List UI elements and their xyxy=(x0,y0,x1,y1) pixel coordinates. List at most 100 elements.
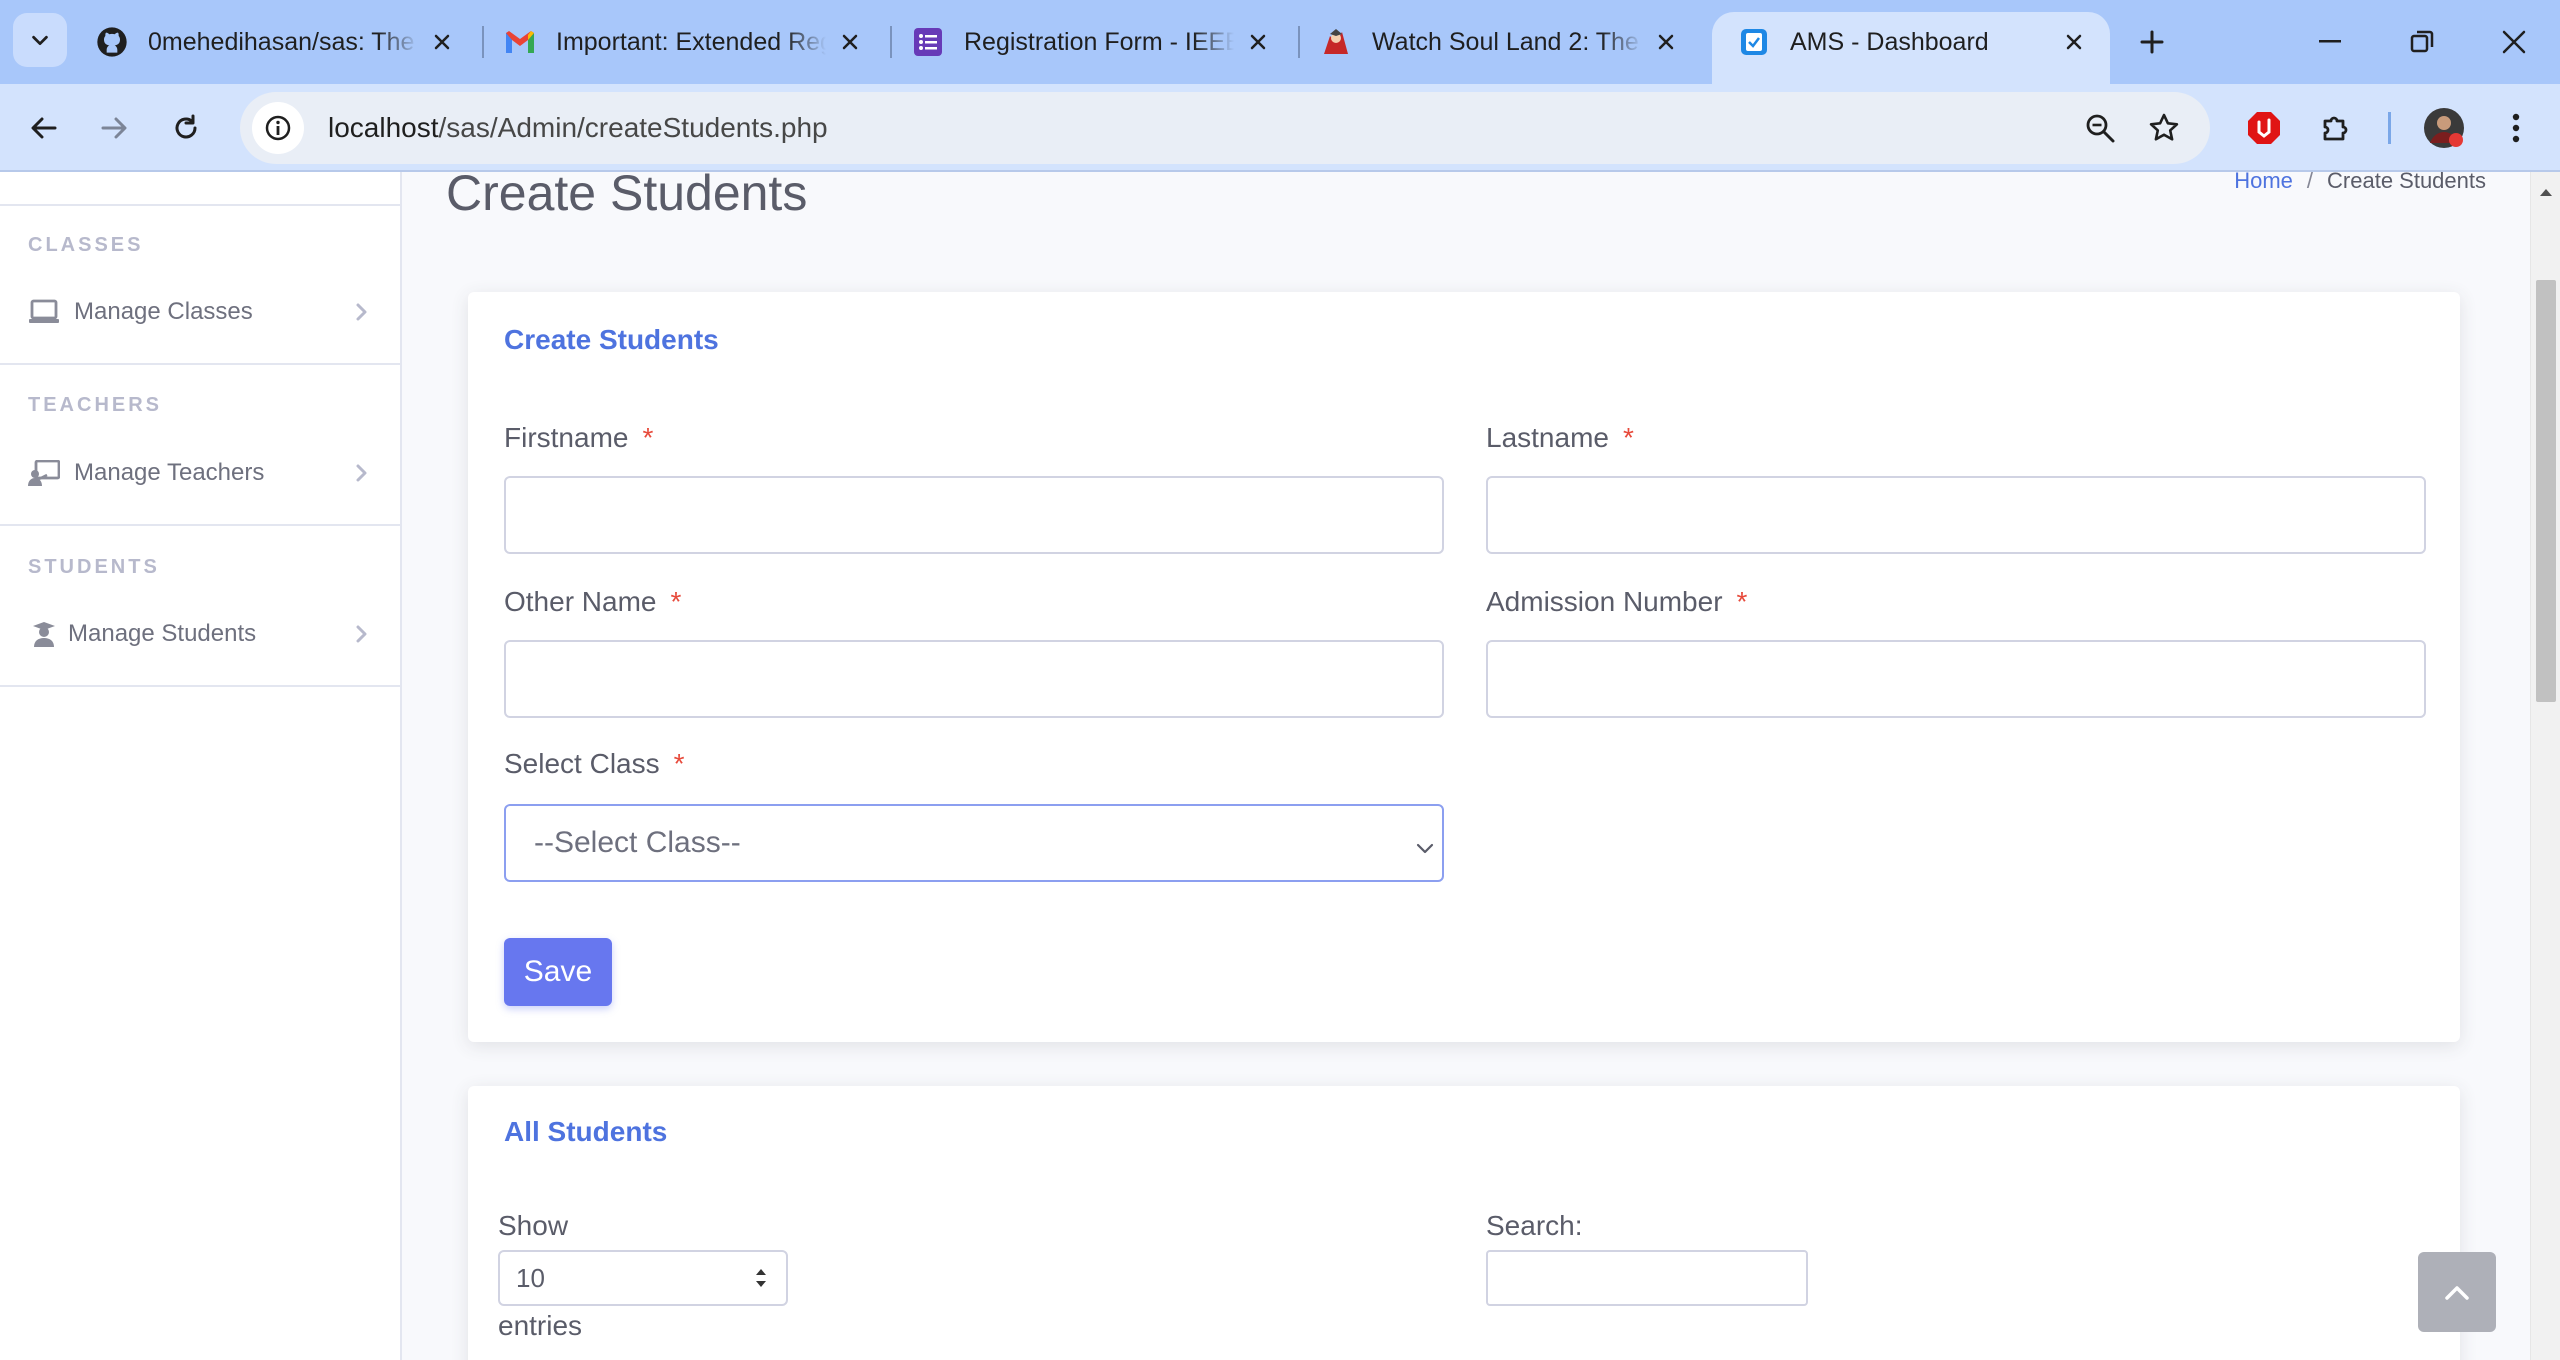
chevron-right-icon xyxy=(350,461,374,485)
sidebar-divider xyxy=(0,204,400,206)
chevron-right-icon xyxy=(350,622,374,646)
entries-per-page-value: 10 xyxy=(516,1262,545,1293)
tab-github[interactable]: 0mehedihasan/sas: The S xyxy=(70,12,478,72)
avatar xyxy=(2424,108,2464,148)
arrow-left-icon xyxy=(31,117,57,139)
sidebar-item-label: Manage Teachers xyxy=(74,459,265,486)
close-tab-icon[interactable] xyxy=(2058,26,2090,58)
forms-icon xyxy=(912,26,944,58)
breadcrumb-home-link[interactable]: Home xyxy=(2234,172,2293,194)
othername-label: Other Name * xyxy=(504,586,681,618)
othername-label-text: Other Name xyxy=(504,586,657,617)
search-input[interactable] xyxy=(1486,1250,1808,1306)
admission-number-input[interactable] xyxy=(1486,640,2426,718)
back-button[interactable] xyxy=(16,100,72,156)
url-host: localhost xyxy=(328,112,439,143)
all-students-card: All Students Show 10 entries Search: xyxy=(468,1086,2460,1360)
site-info-button[interactable] xyxy=(252,102,304,154)
required-mark: * xyxy=(642,422,654,453)
sidebar-heading-students: STUDENTS xyxy=(28,556,160,578)
firstname-input[interactable] xyxy=(504,476,1444,554)
browser-tab-bar: 0mehedihasan/sas: The S Important: Exten… xyxy=(0,0,2560,84)
sidebar-item-label: Manage Students xyxy=(68,620,257,647)
select-class-value: --Select Class-- xyxy=(534,826,741,859)
scrollbar-thumb[interactable] xyxy=(2536,280,2556,702)
reload-button[interactable] xyxy=(158,100,214,156)
close-tab-icon[interactable] xyxy=(1650,26,1682,58)
laptop-icon xyxy=(28,296,60,328)
url-text: localhost/sas/Admin/createStudents.php xyxy=(328,112,828,144)
minimize-button[interactable] xyxy=(2300,12,2360,72)
entries-per-page-select[interactable]: 10 xyxy=(498,1250,788,1306)
tab-soul-land[interactable]: Watch Soul Land 2: The P xyxy=(1294,12,1702,72)
close-tab-icon[interactable] xyxy=(1242,26,1274,58)
browser-menu-button[interactable] xyxy=(2488,100,2544,156)
close-window-button[interactable] xyxy=(2484,12,2544,72)
arrow-right-icon xyxy=(101,117,127,139)
scroll-to-top-button[interactable] xyxy=(2418,1252,2496,1332)
othername-input[interactable] xyxy=(504,640,1444,718)
card-title: All Students xyxy=(504,1116,668,1147)
updown-arrows-icon xyxy=(754,1266,768,1297)
sidebar-item-manage-classes[interactable]: Manage Classes xyxy=(28,290,374,334)
gmail-icon xyxy=(504,26,536,58)
tab-title: Important: Extended Reg xyxy=(556,27,826,56)
browser-toolbar: localhost/sas/Admin/createStudents.php xyxy=(0,84,2560,172)
teacher-icon xyxy=(28,457,60,489)
tab-ams-dashboard[interactable]: AMS - Dashboard xyxy=(1712,12,2110,84)
entries-label: entries xyxy=(498,1310,583,1341)
lastname-input[interactable] xyxy=(1486,476,2426,554)
address-bar[interactable]: localhost/sas/Admin/createStudents.php xyxy=(240,92,2210,164)
sidebar-divider xyxy=(0,524,400,526)
restore-button[interactable] xyxy=(2392,12,2452,72)
breadcrumb: Home / Create Students xyxy=(2234,172,2486,194)
show-label: Show xyxy=(498,1210,569,1241)
card-title: Create Students xyxy=(504,324,719,355)
chevron-down-icon xyxy=(32,35,48,46)
save-button[interactable]: Save xyxy=(504,938,612,1006)
sidebar-item-manage-students[interactable]: Manage Students xyxy=(28,612,374,656)
extensions-button[interactable] xyxy=(2308,100,2364,156)
chevron-down-icon xyxy=(1414,833,1436,867)
tab-gmail[interactable]: Important: Extended Reg xyxy=(478,12,886,72)
adblock-extension-button[interactable] xyxy=(2236,100,2292,156)
admission-number-label-text: Admission Number xyxy=(1486,586,1723,617)
sidebar-divider xyxy=(0,363,400,365)
star-icon xyxy=(2149,113,2179,141)
close-tab-icon[interactable] xyxy=(426,26,458,58)
firstname-label-text: Firstname xyxy=(504,422,629,453)
tab-title: Watch Soul Land 2: The P xyxy=(1372,27,1642,56)
zoom-out-icon xyxy=(2086,114,2115,143)
select-class-dropdown[interactable]: --Select Class-- xyxy=(504,804,1444,882)
select-class-label-text: Select Class xyxy=(504,748,660,779)
close-tab-icon[interactable] xyxy=(834,26,866,58)
sidebar: CLASSES Manage Classes TEACHERS Manage T… xyxy=(0,172,402,1360)
admission-number-label: Admission Number * xyxy=(1486,586,1747,618)
sidebar-heading-teachers: TEACHERS xyxy=(28,394,163,416)
restore-icon xyxy=(2410,30,2434,53)
tab-forms[interactable]: Registration Form - IEEE xyxy=(886,12,1294,72)
new-tab-button[interactable] xyxy=(2130,20,2174,64)
tab-search-button[interactable] xyxy=(13,13,67,67)
page-scrollbar[interactable] xyxy=(2530,172,2560,1360)
bookmark-button[interactable] xyxy=(2138,102,2190,154)
student-icon xyxy=(28,618,60,650)
url-path: /sas/Admin/createStudents.php xyxy=(438,112,828,143)
zoom-button[interactable] xyxy=(2074,102,2126,154)
info-icon xyxy=(265,115,291,141)
scroll-up-arrow-icon[interactable] xyxy=(2531,180,2560,204)
search-label: Search: xyxy=(1486,1210,1583,1241)
github-icon xyxy=(96,26,128,58)
sidebar-divider xyxy=(0,685,400,687)
reload-icon xyxy=(175,114,197,139)
forward-button[interactable] xyxy=(86,100,142,156)
sidebar-item-manage-teachers[interactable]: Manage Teachers xyxy=(28,451,374,495)
create-students-card: Create Students Firstname * Lastname * Oth… xyxy=(468,292,2460,1042)
firstname-label: Firstname * xyxy=(504,422,653,454)
close-icon xyxy=(2502,30,2526,54)
sidebar-item-label: Manage Classes xyxy=(74,298,253,325)
chevron-right-icon xyxy=(350,300,374,324)
sidebar-heading-classes: CLASSES xyxy=(28,234,144,256)
lastname-label-text: Lastname xyxy=(1486,422,1609,453)
profile-button[interactable] xyxy=(2416,100,2472,156)
